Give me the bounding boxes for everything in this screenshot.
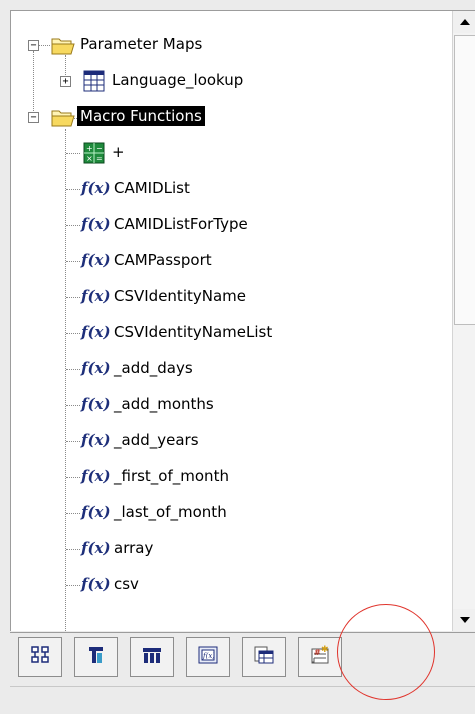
data-source-icon [86,645,106,669]
hierarchy-tab-button[interactable] [18,637,62,677]
expand-toggle[interactable]: + [60,76,71,87]
scroll-down-button[interactable] [453,609,475,631]
window-background: − Parameter Maps + Language_lookup − Mac… [0,0,475,714]
svg-text:=: = [96,154,103,163]
collapse-toggle[interactable]: − [28,112,39,123]
svg-text:+: + [86,144,93,153]
function-name-label: CAMIDList [114,179,190,197]
tree-node-function[interactable]: f(x) CSVIdentityName [11,280,451,314]
tree-node-label: Parameter Maps [80,35,203,53]
function-icon: f(x) [81,323,111,341]
tree-connector [66,225,80,226]
function-icon: f(x) [81,539,111,557]
tree-node-function[interactable]: f(x) _add_days [11,352,451,386]
function-icon: f(x) [81,251,111,269]
insertable-objects-panel: − Parameter Maps + Language_lookup − Mac… [10,10,475,631]
function-icon: f(x) [81,395,111,413]
tree-node-label-selected: Macro Functions [77,106,205,126]
function-name-label: array [114,539,154,557]
function-icon: f(x) [81,503,111,521]
tree-node-function[interactable]: f(x) CAMPassport [11,244,451,278]
function-icon: f(x) [81,359,111,377]
svg-text:×: × [86,154,93,163]
function-icon: f(x) [81,287,111,305]
svg-text:#: # [314,648,321,657]
data-items-tab-button[interactable] [130,637,174,677]
columns-icon [141,645,163,669]
arrow-up-icon [460,19,470,25]
collapse-toggle[interactable]: − [28,40,39,51]
scroll-up-button[interactable] [453,11,475,33]
tree-connector [66,477,80,478]
tree-connector [66,189,80,190]
function-icon: f(x) [81,215,111,233]
arrow-down-icon [460,617,470,623]
function-icon: f(x) [81,179,111,197]
tree-connector [66,153,80,154]
tree-node-operator-plus[interactable]: + − × = + [11,136,451,170]
macros-tab-button[interactable]: # ✱ [298,637,342,677]
tree-node-function[interactable]: f(x) CSVIdentityNameList [11,316,451,350]
tree-connector [66,441,80,442]
tree-connector [66,369,80,370]
svg-text:f(x): f(x) [202,652,215,660]
tree-node-label: + [112,143,125,161]
function-icon: f(x) [81,467,111,485]
tree-connector [66,333,80,334]
function-name-label: CSVIdentityName [114,287,246,305]
tree-node-macro-functions[interactable]: − Macro Functions [11,100,451,134]
tree-node-function[interactable]: f(x) CAMIDListForType [11,208,451,242]
tree-node-function[interactable]: f(x) csv [11,568,451,602]
function-name-label: _add_years [114,431,199,449]
tree-connector [66,405,80,406]
tree-node-language-lookup[interactable]: + Language_lookup [11,64,451,98]
tree-connector [66,549,80,550]
tree-node-function[interactable]: f(x) _add_months [11,388,451,422]
tree-node-function[interactable]: f(x) CAMIDList [11,172,451,206]
tree-node-function[interactable]: f(x) array [11,532,451,566]
tree-connector [66,513,80,514]
tree-node-function[interactable]: f(x) _add_years [11,424,451,458]
function-name-label: CAMIDListForType [114,215,248,233]
tree-connector [66,585,80,586]
function-name-label: _last_of_month [114,503,227,521]
hierarchy-icon [30,645,50,669]
function-name-label: _add_months [114,395,214,413]
tree-node-function[interactable]: f(x) _first_of_month [11,460,451,494]
scroll-thumb[interactable] [454,35,475,325]
tree-connector [66,261,80,262]
calculator-icon: + − × = [83,142,105,168]
function-name-label: CAMPassport [114,251,212,269]
function-name-label: CSVIdentityNameList [114,323,273,341]
function-name-label: _add_days [114,359,193,377]
parameter-map-icon [253,645,275,669]
status-bar [10,686,475,707]
parameter-maps-tab-button[interactable] [242,637,286,677]
folder-open-icon [51,35,75,59]
tree-node-parameter-maps[interactable]: − Parameter Maps [11,28,451,62]
function-icon: f(x) [81,431,111,449]
tree-node-label: Language_lookup [112,71,244,89]
svg-text:−: − [96,144,103,153]
data-source-tab-button[interactable] [74,637,118,677]
function-icon: f(x) [81,575,111,593]
functions-tab-button[interactable]: f(x) [186,637,230,677]
table-icon [83,70,105,96]
function-icon: f(x) [197,645,219,669]
function-name-label: _first_of_month [114,467,229,485]
folder-open-icon [51,107,75,131]
svg-text:✱: ✱ [321,645,329,655]
tree-connector [66,297,80,298]
insertable-objects-tab-bar: f(x) # ✱ [10,632,475,681]
tree-view[interactable]: − Parameter Maps + Language_lookup − Mac… [11,11,451,631]
function-name-label: csv [114,575,139,593]
macro-icon: # ✱ [309,644,331,670]
tree-node-function[interactable]: f(x) _last_of_month [11,496,451,530]
vertical-scrollbar[interactable] [452,11,475,631]
